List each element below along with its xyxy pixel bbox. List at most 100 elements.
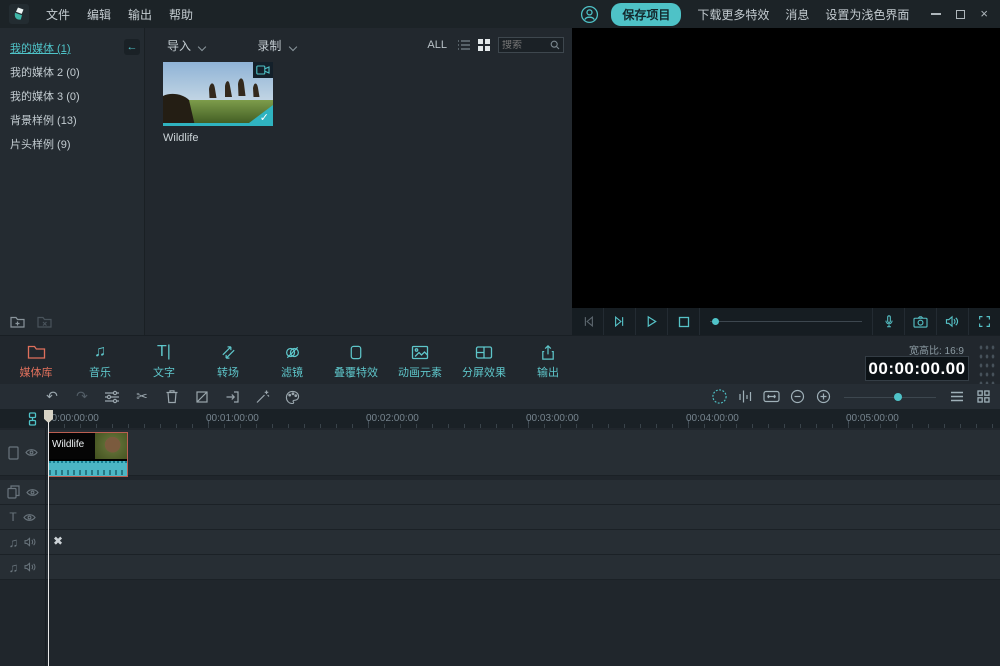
ruler-tick-label: 00:04:00:00 <box>686 413 739 424</box>
redo-icon[interactable]: ↷ <box>67 388 97 405</box>
play-icon[interactable] <box>636 315 667 328</box>
panel-grip-handle[interactable] <box>978 343 995 385</box>
zoom-in-icon[interactable] <box>812 389 834 404</box>
undo-icon[interactable]: ↶ <box>37 388 67 405</box>
track-manage-icon[interactable] <box>26 412 39 426</box>
volume-icon[interactable] <box>937 315 968 328</box>
speed-icon[interactable] <box>217 388 247 405</box>
filter-all-label[interactable]: ALL <box>427 39 447 51</box>
menu-help[interactable]: 帮助 <box>169 6 193 23</box>
overlay-track[interactable] <box>0 480 1000 505</box>
sidebar-item-my-media-3[interactable]: 我的媒体 3 (0) <box>0 84 144 108</box>
tab-export[interactable]: 输出 <box>516 342 580 380</box>
tab-music[interactable]: ♫ 音乐 <box>68 342 132 380</box>
timecode-display[interactable]: 00:00:00.00 <box>865 356 969 381</box>
ruler-tick-label: 00:05:00:00 <box>846 413 899 424</box>
sidebar-item-my-media-1[interactable]: 我的媒体 (1) <box>0 36 144 60</box>
media-thumbnail: ✓ <box>163 62 273 126</box>
crop-icon[interactable] <box>187 388 217 405</box>
add-folder-icon[interactable] <box>10 315 27 329</box>
sidebar-item-my-media-2[interactable]: 我的媒体 2 (0) <box>0 60 144 84</box>
menu-edit[interactable]: 编辑 <box>87 6 111 23</box>
ruler-tick-label: 00:02:00:00 <box>366 413 419 424</box>
list-view-icon[interactable] <box>457 39 470 51</box>
clip-thumbnail-frame <box>95 433 127 459</box>
tab-transitions[interactable]: 转场 <box>196 342 260 380</box>
tab-elements[interactable]: 动画元素 <box>388 342 452 380</box>
tab-overlay-effects[interactable]: 叠覆特效 <box>324 342 388 380</box>
microphone-icon[interactable] <box>873 314 904 329</box>
light-mode-link[interactable]: 设置为浅色界面 <box>825 6 909 23</box>
collapse-sidebar-button[interactable]: ← <box>124 39 140 55</box>
tab-split-screen[interactable]: 分屏效果 <box>452 342 516 380</box>
sidebar-item-intro-samples[interactable]: 片头样例 (9) <box>0 132 144 156</box>
sidebar-item-background-samples[interactable]: 背景样例 (13) <box>0 108 144 132</box>
zoom-to-fit-icon[interactable] <box>760 390 782 403</box>
delete-icon[interactable] <box>157 388 187 405</box>
save-project-button[interactable]: 保存项目 <box>611 3 681 26</box>
close-icon[interactable]: × <box>980 9 988 19</box>
speaker-icon[interactable] <box>24 562 36 572</box>
media-grid: ✓ Wildlife <box>145 56 572 144</box>
track-list-icon[interactable] <box>946 391 968 402</box>
fullscreen-icon[interactable] <box>969 315 1000 328</box>
maximize-icon[interactable] <box>956 10 965 19</box>
import-dropdown[interactable]: 导入 <box>167 37 205 54</box>
preview-screen[interactable] <box>572 28 1000 308</box>
snapshot-camera-icon[interactable] <box>905 315 936 328</box>
color-palette-icon[interactable] <box>277 388 307 405</box>
speaker-icon[interactable] <box>24 537 36 547</box>
track-grid-icon[interactable] <box>972 390 994 403</box>
minimize-icon[interactable] <box>931 13 941 15</box>
search-input[interactable] <box>502 40 550 51</box>
music-track-1-header: ♫ <box>0 530 45 554</box>
tab-media-library[interactable]: 媒体库 <box>4 342 68 380</box>
timeline-zoom-slider[interactable] <box>844 387 936 407</box>
resource-tabs: 媒体库 ♫ 音乐 T| 文字 转场 <box>4 342 580 380</box>
zoom-slider-handle[interactable] <box>894 393 902 401</box>
seek-handle[interactable] <box>712 318 719 325</box>
zoom-out-icon[interactable] <box>786 389 808 404</box>
eye-icon[interactable] <box>26 488 39 497</box>
record-dropdown[interactable]: 录制 <box>257 37 295 54</box>
menu-file[interactable]: 文件 <box>46 6 70 23</box>
tab-filters[interactable]: 滤镜 <box>260 342 324 380</box>
timeline-ruler[interactable]: 00:00:00:00 00:01:00:00 00:02:00:00 00:0… <box>0 409 1000 428</box>
grid-view-icon[interactable] <box>478 39 490 51</box>
eye-icon[interactable] <box>23 513 36 522</box>
stop-icon[interactable] <box>668 316 699 328</box>
music-track-2[interactable]: ♫ <box>0 555 1000 580</box>
next-frame-icon[interactable] <box>604 315 635 328</box>
search-box <box>498 37 564 53</box>
timeline-clip-wildlife[interactable]: Wildlife <box>48 432 128 477</box>
audio-mixer-icon[interactable] <box>734 389 756 404</box>
cut-icon[interactable]: ✂ <box>127 388 157 405</box>
tab-text[interactable]: T| 文字 <box>132 342 196 380</box>
download-effects-link[interactable]: 下载更多特效 <box>697 6 769 23</box>
previous-frame-icon[interactable] <box>572 315 603 328</box>
tab-label: 分屏效果 <box>462 364 506 380</box>
media-item-name: Wildlife <box>163 132 273 144</box>
delete-folder-icon[interactable] <box>37 315 54 329</box>
media-item-wildlife[interactable]: ✓ Wildlife <box>163 62 273 144</box>
text-track[interactable]: T <box>0 505 1000 530</box>
video-type-badge <box>253 62 273 78</box>
properties-icon[interactable] <box>97 388 127 405</box>
magic-wand-icon[interactable] <box>247 388 277 405</box>
tab-label: 音乐 <box>89 364 111 380</box>
timeline-toolbar: ↶ ↷ ✂ <box>0 384 1000 409</box>
text-track-icon: T <box>9 510 16 524</box>
menu-export[interactable]: 输出 <box>128 6 152 23</box>
ruler-tick-label: 00:00:00:00 <box>46 413 99 424</box>
cursor-icon: ✖ <box>53 534 63 548</box>
video-track[interactable]: Wildlife <box>0 430 1000 476</box>
overlay-track-icon <box>7 485 20 499</box>
eye-icon[interactable] <box>25 448 38 457</box>
render-preview-icon[interactable] <box>708 388 730 405</box>
account-icon[interactable] <box>580 5 599 24</box>
text-tool-icon: T| <box>157 342 171 362</box>
seek-slider[interactable] <box>710 308 862 335</box>
filter-icon <box>284 342 301 362</box>
music-track-1[interactable]: ♫ <box>0 530 1000 555</box>
messages-link[interactable]: 消息 <box>785 6 809 23</box>
